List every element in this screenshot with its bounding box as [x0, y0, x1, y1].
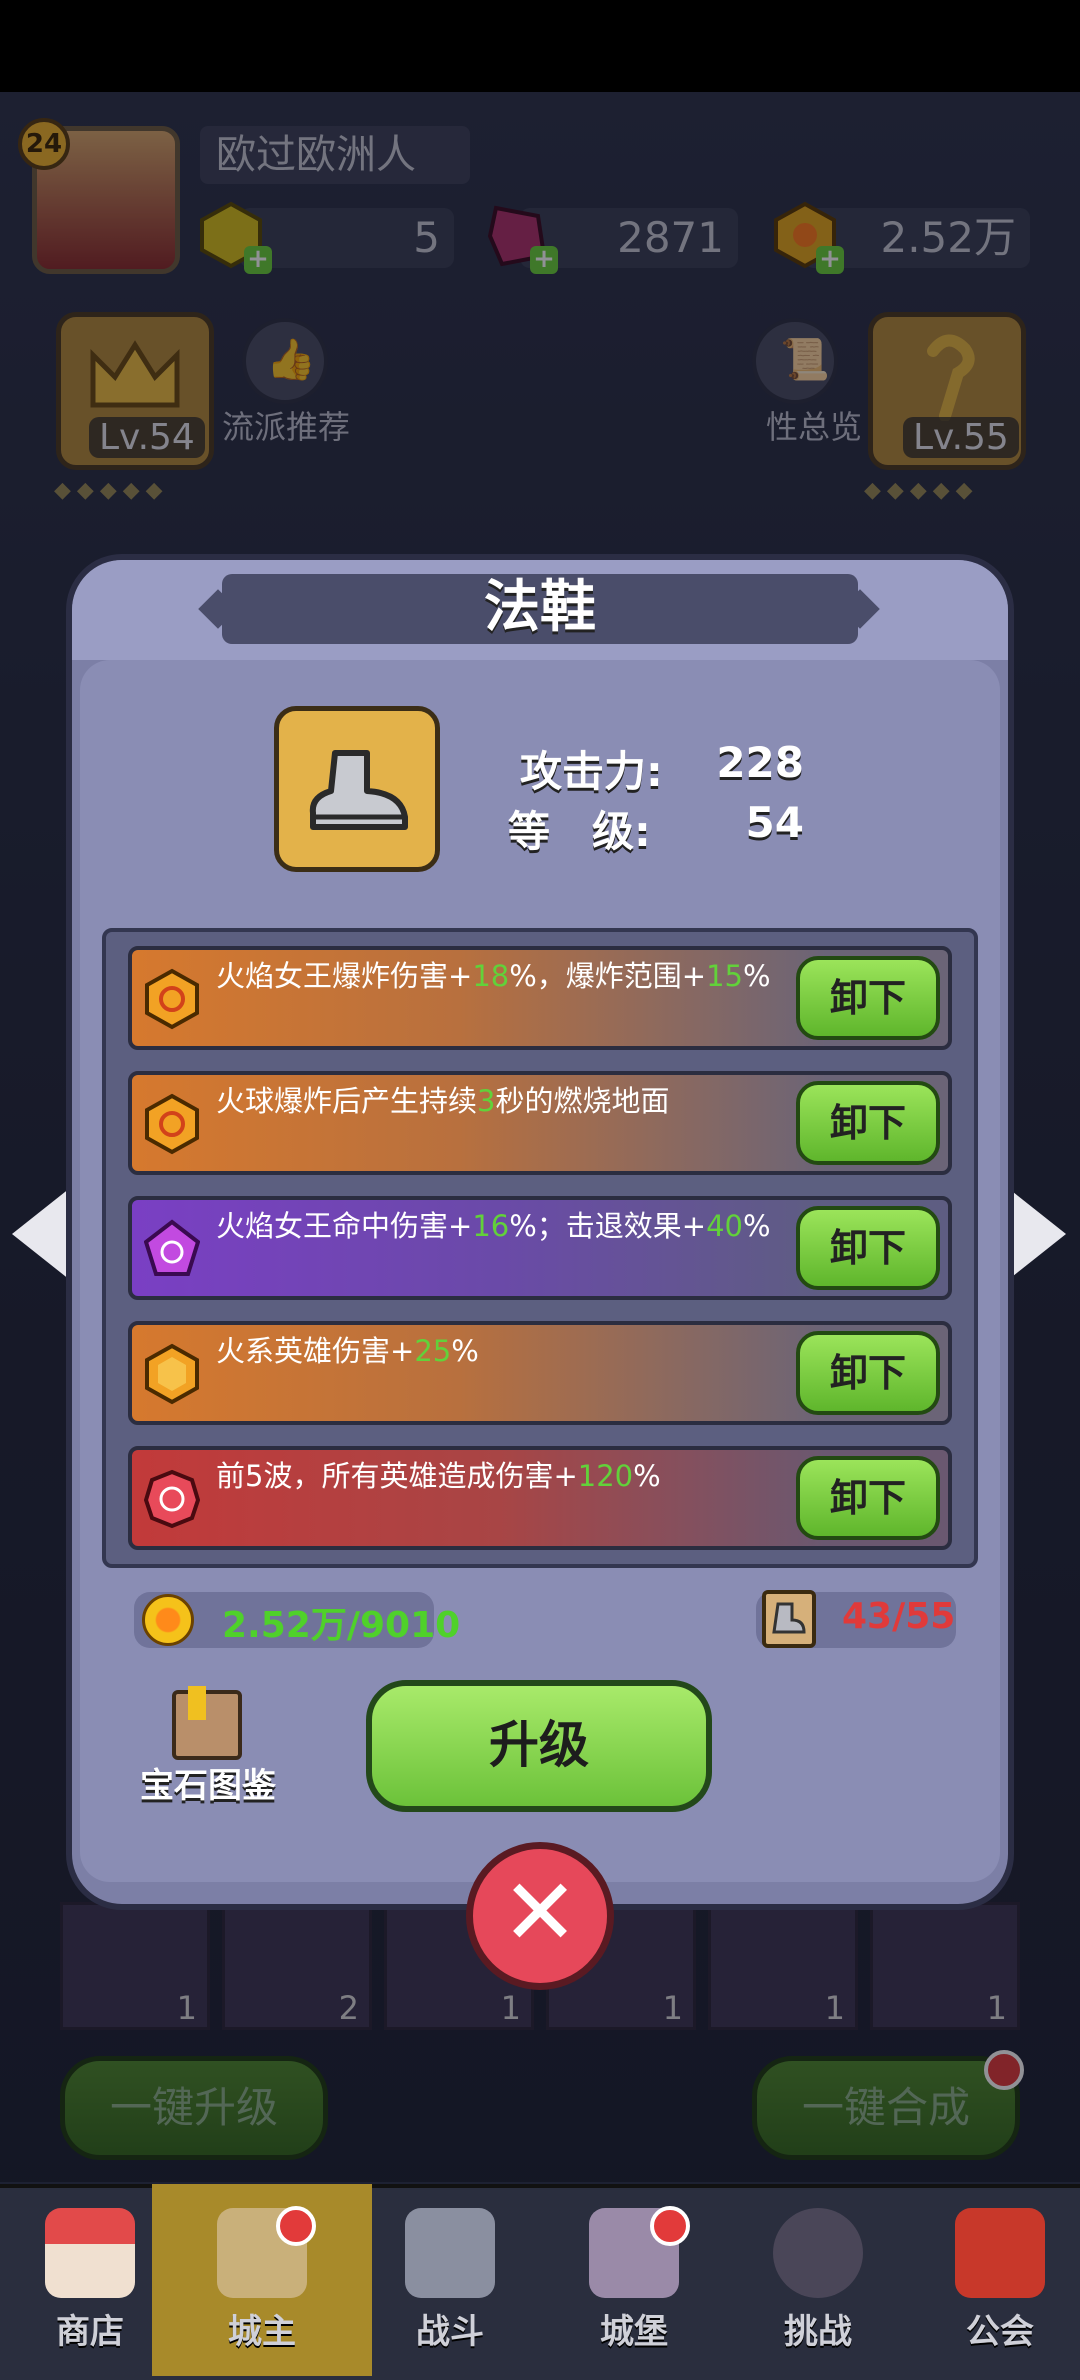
gem-codex-icon[interactable]	[172, 1690, 242, 1760]
guild-banner-icon	[955, 2208, 1045, 2298]
coin-icon	[142, 1594, 194, 1646]
gem-effect-text: 火焰女王爆炸伤害+18%，爆炸范围+15%	[216, 959, 771, 993]
attack-label: 攻击力:	[520, 747, 663, 796]
gem-row: 火系英雄伤害+25% 卸下	[128, 1321, 952, 1425]
unequip-button[interactable]: 卸下	[796, 1331, 940, 1415]
shop-icon	[45, 2208, 135, 2298]
red-round-gem-icon	[144, 1469, 200, 1529]
gem-row: 火焰女王爆炸伤害+18%，爆炸范围+15% 卸下	[128, 946, 952, 1050]
nav-lord[interactable]: 城主	[152, 2184, 372, 2376]
gem-row: 火焰女王命中伤害+16%；击退效果+40% 卸下	[128, 1196, 952, 1300]
castle-notification-dot	[650, 2206, 690, 2246]
gem-effect-text: 火球爆炸后产生持续3秒的燃烧地面	[216, 1084, 670, 1118]
scroll-cost: 43/55	[842, 1596, 956, 1637]
unequip-button[interactable]: 卸下	[796, 956, 940, 1040]
next-item-arrow[interactable]	[1008, 1188, 1066, 1280]
orange-hexagon-gem-icon	[145, 968, 199, 1030]
gem-effect-text: 前5波，所有英雄造成伤害+120%	[216, 1459, 661, 1493]
boot-scroll-icon	[762, 1590, 816, 1648]
status-bar	[0, 0, 1080, 92]
boot-icon	[309, 750, 408, 830]
unequip-button[interactable]: 卸下	[796, 1206, 940, 1290]
lord-notification-dot	[276, 2206, 316, 2246]
level-label: 等 级:	[508, 807, 651, 856]
gem-codex-label[interactable]: 宝石图鉴	[140, 1758, 276, 1807]
purple-pentagon-gem-icon	[144, 1219, 200, 1276]
nav-guild[interactable]: 公会	[910, 2184, 1080, 2376]
orange-hexagon-gem-icon	[145, 1093, 199, 1155]
gem-effect-text: 火系英雄伤害+25%	[216, 1334, 479, 1368]
unequip-button[interactable]: 卸下	[796, 1081, 940, 1165]
nav-castle[interactable]: 城堡	[544, 2184, 724, 2376]
previous-item-arrow[interactable]	[12, 1188, 70, 1280]
swords-icon	[405, 2208, 495, 2298]
gold-cost: 2.52万/9010	[222, 1605, 461, 1646]
unequip-button[interactable]: 卸下	[796, 1456, 940, 1540]
level-value: 54	[745, 798, 804, 847]
nav-challenge[interactable]: 挑战	[728, 2184, 908, 2376]
bookmark-icon	[188, 1686, 206, 1720]
gem-effect-text: 火焰女王命中伤害+16%；击退效果+40%	[216, 1209, 771, 1243]
item-slot	[274, 706, 440, 872]
nav-battle[interactable]: 战斗	[360, 2184, 540, 2376]
close-icon: ✕	[501, 1859, 579, 1966]
gem-row: 火球爆炸后产生持续3秒的燃烧地面 卸下	[128, 1071, 952, 1175]
demon-icon	[773, 2208, 863, 2298]
attack-value: 228	[716, 738, 804, 787]
close-modal-button[interactable]: ✕	[466, 1842, 614, 1990]
upgrade-button[interactable]: 升级	[366, 1680, 712, 1812]
orange-hexagon-gem-icon	[145, 1343, 199, 1405]
modal-title: 法鞋	[222, 574, 858, 644]
gem-row: 前5波，所有英雄造成伤害+120% 卸下	[128, 1446, 952, 1550]
